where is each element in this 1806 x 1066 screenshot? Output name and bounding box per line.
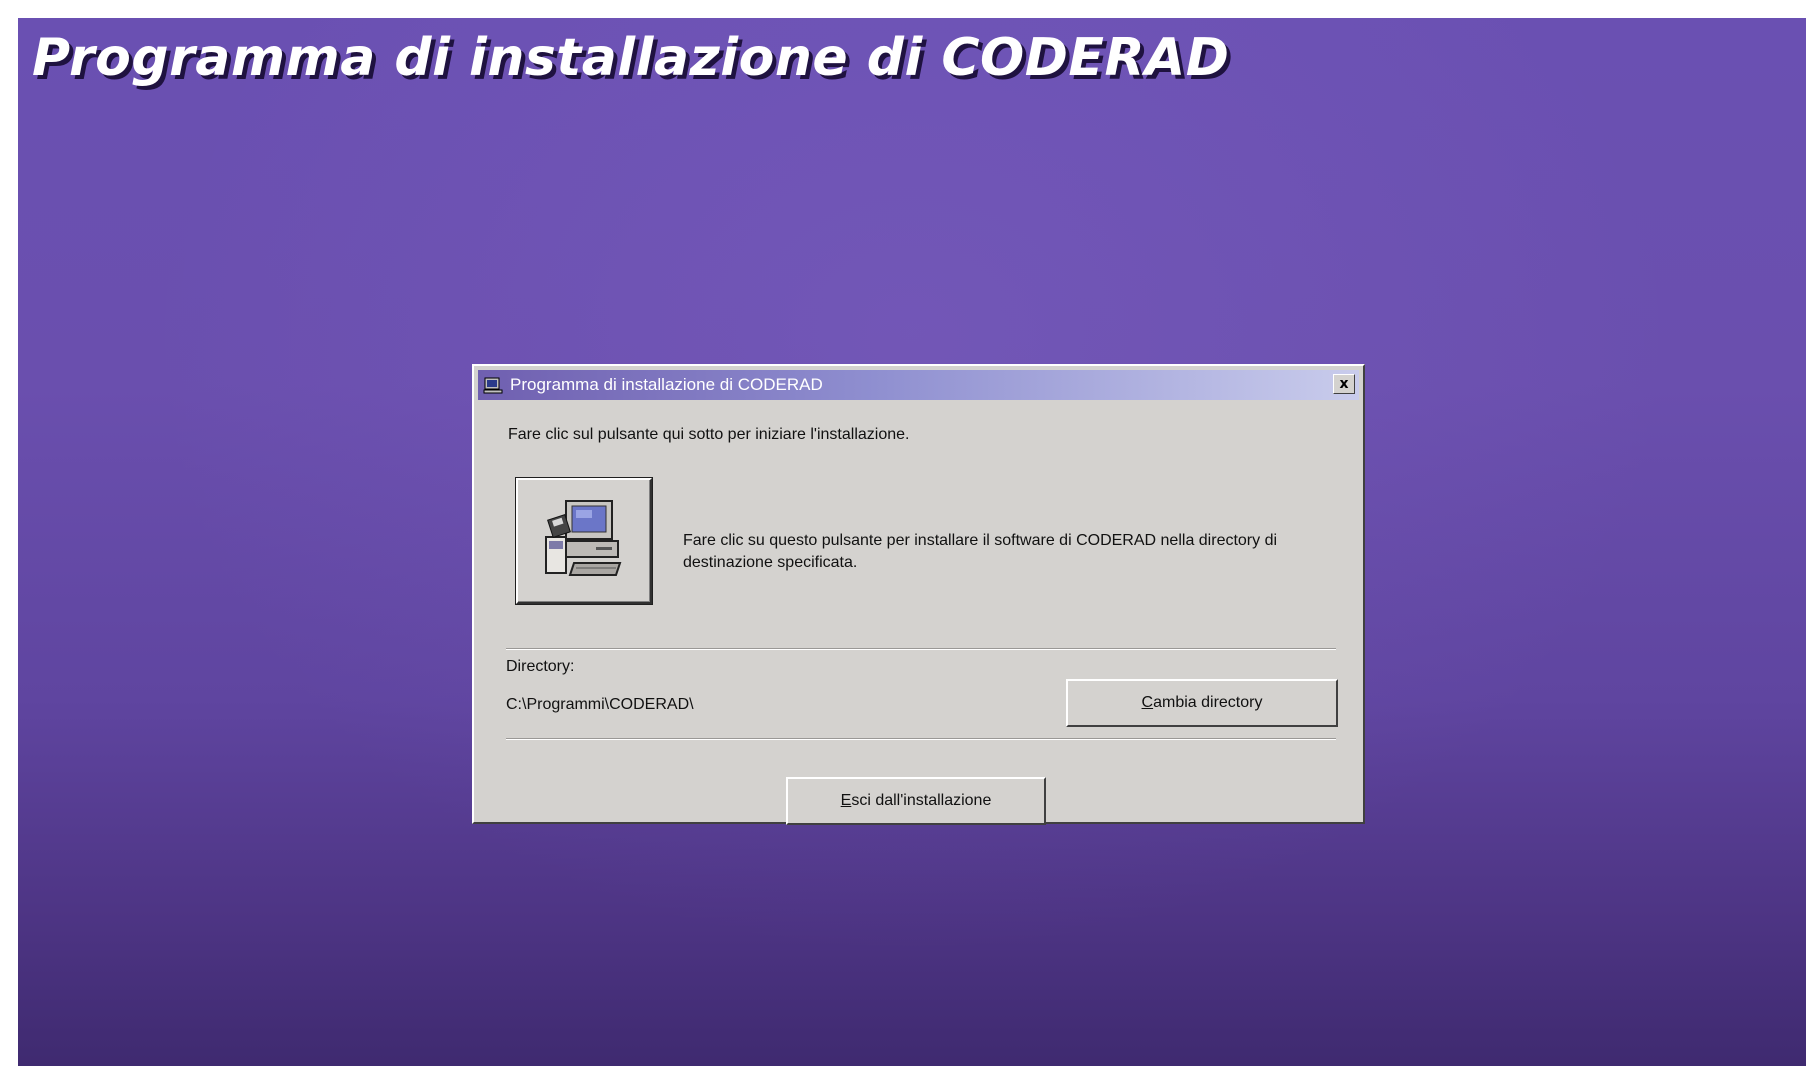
instruction-text: Fare clic sul pulsante qui sotto per ini…: [508, 426, 910, 443]
divider: [506, 648, 1336, 650]
close-icon: x: [1339, 376, 1349, 392]
directory-path: C:\Programmi\CODERAD\: [506, 696, 694, 713]
divider: [506, 738, 1336, 740]
directory-label: Directory:: [506, 658, 575, 675]
change-directory-label: Cambia directory: [1141, 694, 1263, 711]
computer-setup-icon: [536, 491, 632, 592]
dialog-title: Programma di installazione di CODERAD: [510, 375, 823, 394]
setup-banner-title: Programma di installazione di CODERAD: [32, 28, 1230, 88]
setup-dialog: Programma di installazione di CODERAD x …: [472, 364, 1365, 825]
change-directory-button[interactable]: Cambia directory: [1066, 679, 1338, 727]
exit-setup-button[interactable]: Esci dall'installazione: [786, 777, 1046, 825]
install-button[interactable]: [516, 478, 652, 604]
exit-setup-label: Esci dall'installazione: [840, 792, 992, 809]
setup-app-icon: [482, 374, 504, 396]
dialog-titlebar[interactable]: Programma di installazione di CODERAD x: [478, 370, 1359, 400]
desktop-background: Programma di installazione di CODERAD Pr…: [18, 18, 1806, 1066]
close-button[interactable]: x: [1333, 374, 1355, 394]
install-description: Fare clic su questo pulsante per install…: [683, 532, 1278, 571]
